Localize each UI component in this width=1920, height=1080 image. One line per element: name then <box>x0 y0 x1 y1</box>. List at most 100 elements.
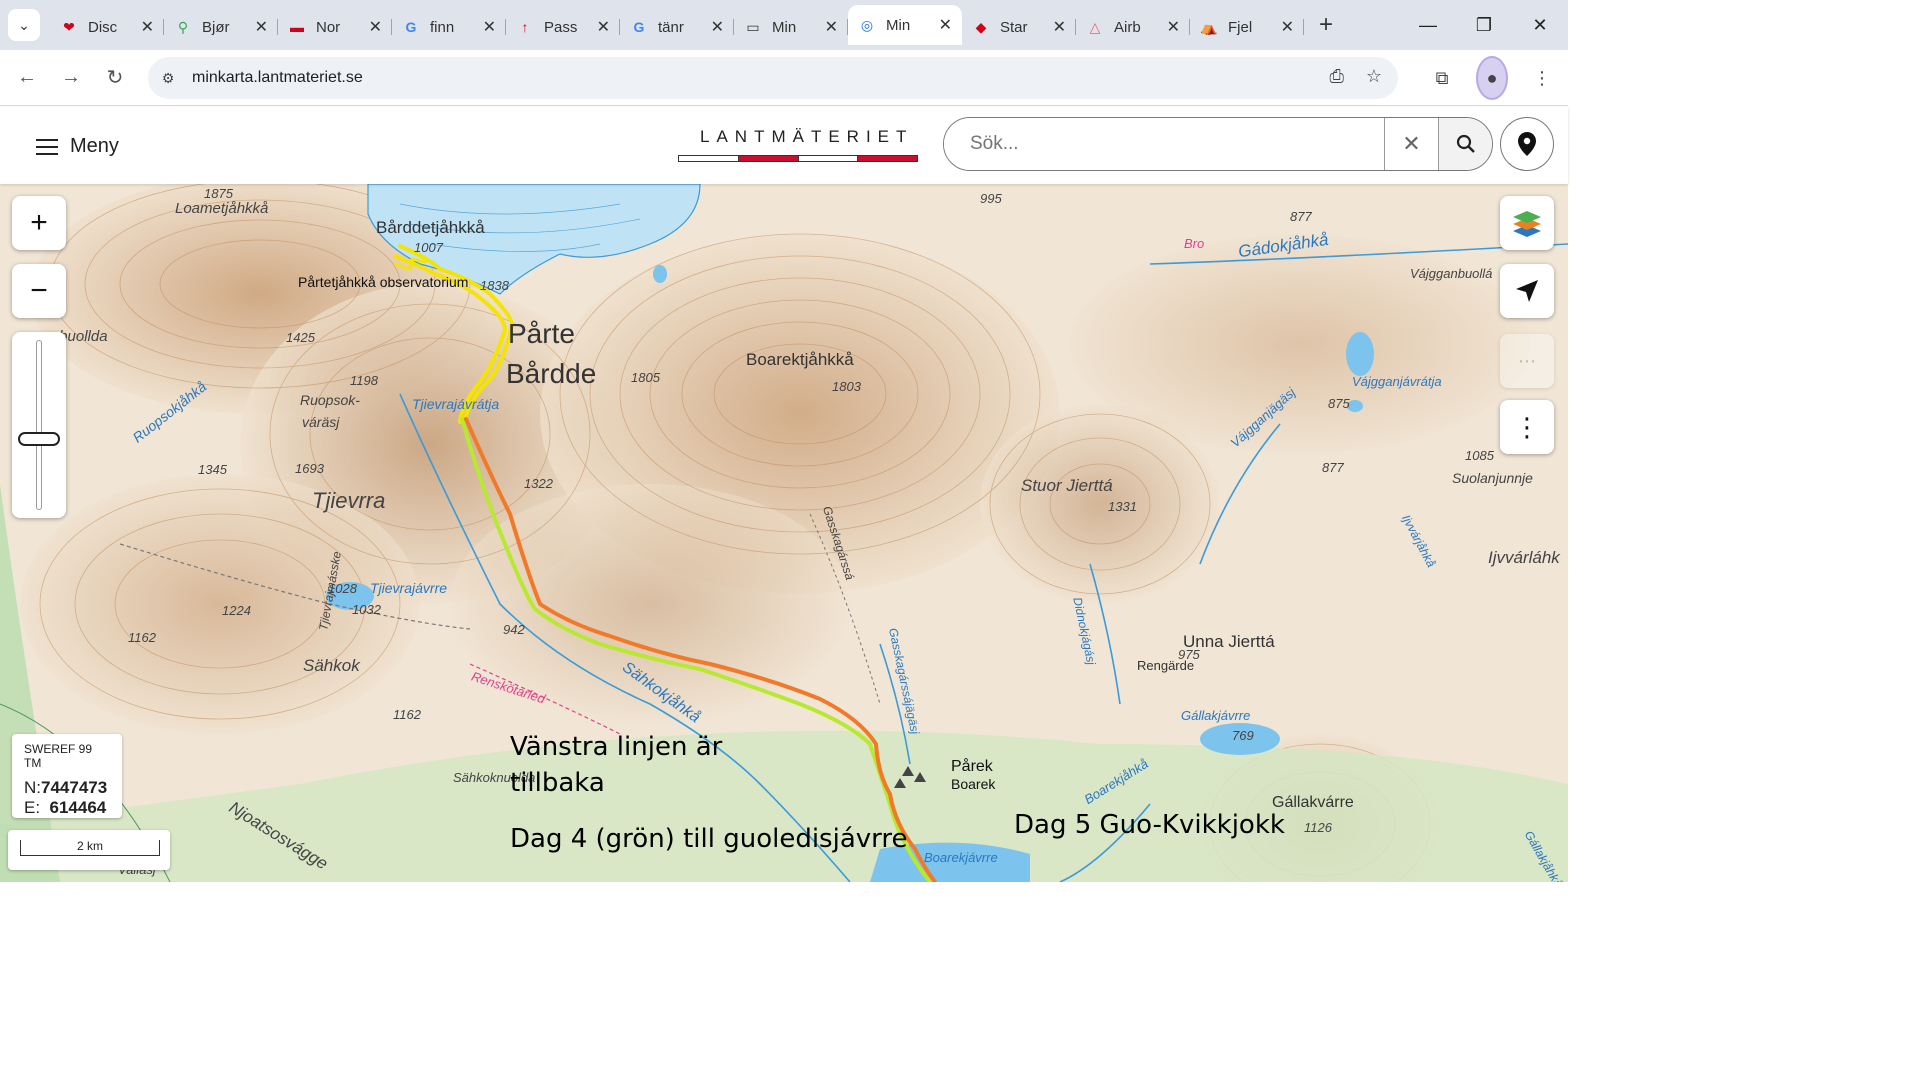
browser-tab-5[interactable]: Gtänr ✕ <box>620 9 734 45</box>
tab-title: Star <box>1000 18 1028 36</box>
browser-menu-icon[interactable]: ⋮ <box>1526 56 1558 100</box>
tab-title: Airb <box>1114 18 1141 36</box>
height-label: 1007 <box>414 240 443 255</box>
bookmark-star-icon[interactable]: ☆ <box>1366 66 1382 87</box>
label-vajgganbuolla: Vájgganbuollá <box>1410 266 1493 281</box>
more-options-button[interactable]: ⋮ <box>1500 400 1554 454</box>
height-label: 1331 <box>1108 499 1137 514</box>
hamburger-icon <box>36 138 58 155</box>
tent-icon: ⛺ <box>1200 18 1218 35</box>
search-input[interactable] <box>944 118 1384 170</box>
browser-tab-4[interactable]: ↑ Pass ✕ <box>506 9 620 45</box>
tab-title: Disc <box>88 18 118 36</box>
east-value: 614464 <box>49 798 107 817</box>
close-tab-icon[interactable]: ✕ <box>141 17 154 37</box>
search-icon <box>1456 134 1475 153</box>
my-location-button[interactable] <box>1500 117 1554 171</box>
close-tab-icon[interactable]: ✕ <box>1281 17 1294 37</box>
google-icon: G <box>633 19 645 35</box>
airbnb-icon: △ <box>1089 18 1101 35</box>
scale-bar: 2 km <box>20 840 160 856</box>
minimize-icon[interactable]: — <box>1400 0 1456 50</box>
site-header: Meny LANTMÄTERIET ✕ <box>0 107 1568 184</box>
menu-button[interactable]: Meny <box>36 135 119 158</box>
close-tab-icon[interactable]: ✕ <box>597 17 610 37</box>
north-value: 7447473 <box>41 778 108 797</box>
topographic-map[interactable]: Loametjåhkkå Bårddetjåhkkå Pårtetjåhkkå … <box>0 184 1568 882</box>
label-observatorium: Pårtetjåhkkå observatorium <box>298 274 469 290</box>
tab-title: finn <box>430 18 455 36</box>
label-ijvvarlahk: Ijvvárláhk <box>1488 548 1560 567</box>
browser-tab-1[interactable]: ⚲ Bjør ✕ <box>164 9 278 45</box>
tab-title: Fjel <box>1228 18 1253 36</box>
height-label: 1028 <box>328 581 357 596</box>
height-label: 1693 <box>295 461 324 476</box>
label-parek: Pårek <box>951 758 993 775</box>
zoom-slider-handle[interactable] <box>18 432 60 446</box>
browser-tab-8[interactable]: ◆ Star ✕ <box>962 9 1076 45</box>
label-suolanjunnje: Suolanjunnje <box>1452 470 1533 486</box>
close-tab-icon[interactable]: ✕ <box>1053 17 1066 37</box>
height-label: 875 <box>1328 396 1350 411</box>
reload-icon[interactable]: ↻ <box>93 56 137 100</box>
label-sahkok: Sähkok <box>303 656 360 675</box>
tab-search-chevron-icon[interactable]: ⌄ <box>8 9 40 41</box>
flag-icon: ▬ <box>290 19 304 35</box>
lantmateriet-logo[interactable]: LANTMÄTERIET <box>678 127 920 165</box>
tab-title: Pass <box>544 18 578 36</box>
restore-icon[interactable]: ❐ <box>1456 0 1512 50</box>
tag-icon: ◆ <box>975 18 987 35</box>
close-tab-icon[interactable]: ✕ <box>483 17 496 37</box>
close-tab-icon[interactable]: ✕ <box>369 17 382 37</box>
extensions-icon[interactable]: ⧉ <box>1426 56 1458 100</box>
zoom-slider[interactable] <box>12 332 66 518</box>
site-info-icon[interactable]: ⚙ <box>156 66 180 90</box>
navigate-button[interactable] <box>1500 264 1554 318</box>
browser-tab-3[interactable]: Gfinn ✕ <box>392 9 506 45</box>
label-bardde: Bårdde <box>506 358 597 389</box>
label-tjievrajavrre: Tjievrajávrre <box>370 580 448 596</box>
zoom-in-button[interactable]: + <box>12 196 66 250</box>
height-label: 995 <box>980 191 1002 206</box>
close-tab-icon[interactable]: ✕ <box>1167 17 1180 37</box>
browser-tab-10[interactable]: ⛺ Fjel ✕ <box>1190 9 1304 45</box>
tab-strip: ❤ Disc ✕ ⚲ Bjør ✕ ▬ Nor ✕ Gfinn ✕ ↑ Pass ✕ Gtänr ✕ ▭ Min ✕… <box>50 5 1304 45</box>
height-label: 1838 <box>480 278 509 293</box>
close-tab-icon[interactable]: ✕ <box>825 17 838 37</box>
layers-button[interactable] <box>1500 196 1554 250</box>
browser-tab-2[interactable]: ▬ Nor ✕ <box>278 9 392 45</box>
close-tab-icon[interactable]: ✕ <box>711 17 724 37</box>
browser-tab-7[interactable]: ◎ Min ✕ <box>848 5 962 45</box>
label-boarek: Boarek <box>951 776 996 792</box>
menu-label: Meny <box>70 135 119 157</box>
browser-tab-0[interactable]: ❤ Disc ✕ <box>50 9 164 45</box>
search-button[interactable] <box>1438 118 1492 170</box>
search-box: ✕ <box>943 117 1493 171</box>
zoom-out-button[interactable]: − <box>12 264 66 318</box>
clear-search-icon[interactable]: ✕ <box>1384 118 1438 170</box>
height-label: 1126 <box>1304 820 1332 835</box>
height-label: 877 <box>1290 209 1312 224</box>
profile-avatar[interactable]: ● <box>1476 56 1508 100</box>
new-tab-button[interactable]: + <box>1310 9 1342 41</box>
address-bar[interactable]: ⚙ minkarta.lantmateriet.se ⎙ ☆ <box>148 57 1398 99</box>
url-text[interactable]: minkarta.lantmateriet.se <box>192 69 363 87</box>
close-tab-icon[interactable]: ✕ <box>255 17 268 37</box>
navigation-arrow-icon <box>1516 280 1538 302</box>
forward-arrow-icon[interactable]: → <box>49 56 93 100</box>
close-tab-icon[interactable]: ✕ <box>939 15 952 35</box>
back-arrow-icon[interactable]: ← <box>5 56 49 100</box>
location-pin-icon <box>1518 132 1536 156</box>
north-label: N: <box>24 778 41 797</box>
label-ruopsok: Ruopsok- <box>300 392 360 408</box>
measure-button[interactable]: ⋯ <box>1500 334 1554 388</box>
close-window-icon[interactable]: ✕ <box>1512 0 1568 50</box>
install-app-icon[interactable]: ⎙ <box>1329 66 1343 87</box>
logo-scale-bar <box>678 155 918 162</box>
label-boarektjahkka: Boarektjåhkkå <box>746 350 854 369</box>
height-label: 1085 <box>1465 448 1494 463</box>
browser-tab-6[interactable]: ▭ Min ✕ <box>734 9 848 45</box>
browser-tab-9[interactable]: △ Airb ✕ <box>1076 9 1190 45</box>
card-icon: ▭ <box>746 18 760 35</box>
tab-title: Min <box>772 18 797 36</box>
